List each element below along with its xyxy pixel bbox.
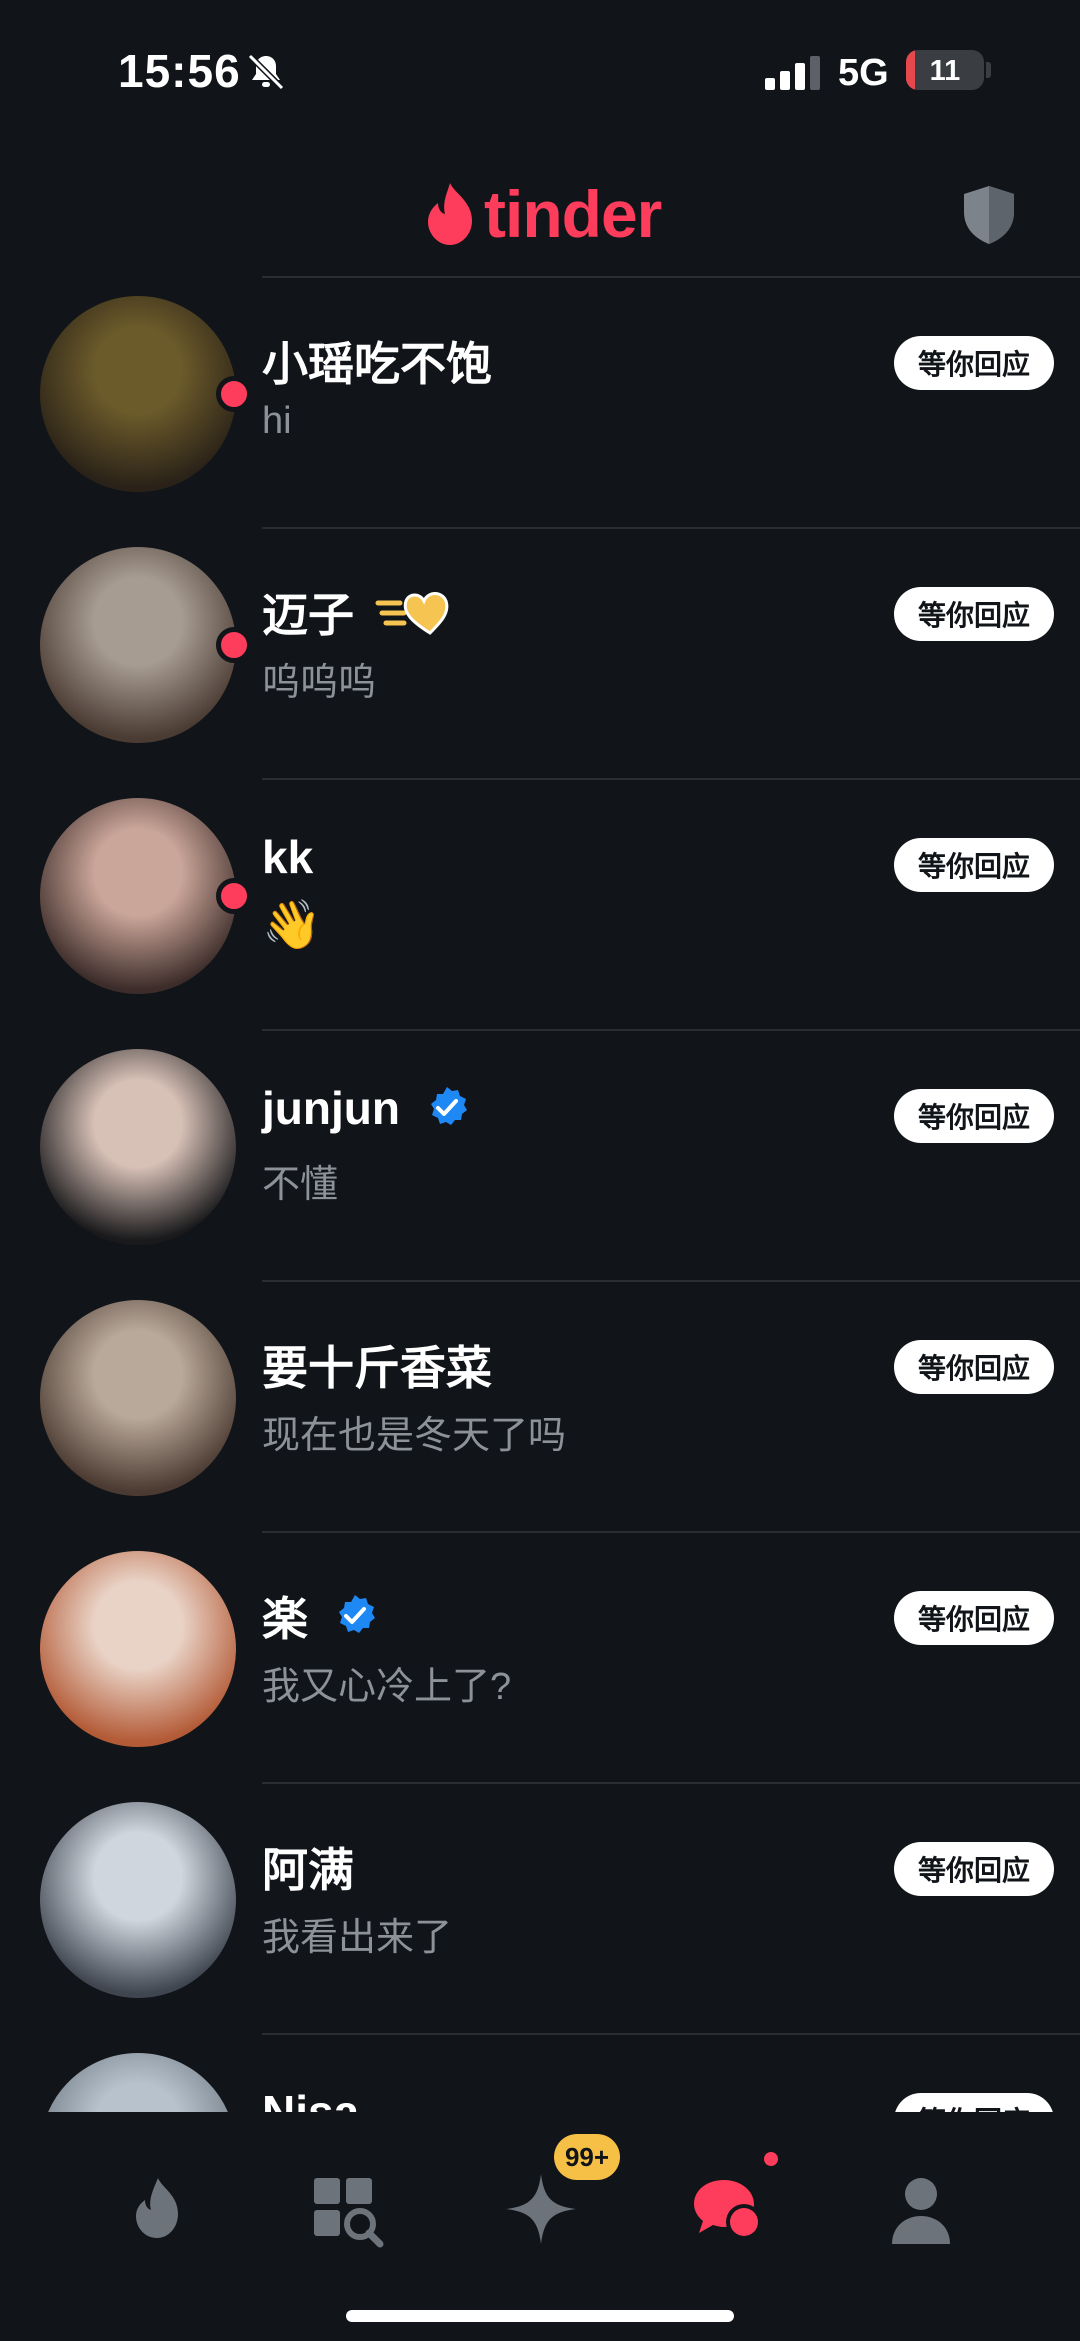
conversation-row[interactable]: junjun 不懂 等你回应: [0, 1029, 1080, 1280]
conversation-row[interactable]: Nisa 等你回应: [0, 2033, 1080, 2112]
chat-icon[interactable]: [684, 2164, 774, 2254]
avatar[interactable]: [40, 296, 236, 492]
unread-dot: [216, 376, 252, 412]
conversation-row[interactable]: 迈子呜呜呜 等你回应: [0, 527, 1080, 778]
conversation-row[interactable]: 楽我又心冷上了? 等你回应: [0, 1531, 1080, 1782]
chat-notification-dot: [764, 2152, 778, 2166]
awaiting-reply-pill[interactable]: 等你回应: [894, 1089, 1054, 1143]
flame-icon: [428, 183, 472, 245]
avatar[interactable]: [40, 2053, 236, 2112]
verified-badge-icon: [339, 1595, 375, 1633]
logo-text: tinder: [484, 177, 662, 251]
network-label: 5G: [838, 52, 889, 94]
last-message: 不懂: [262, 1164, 339, 1206]
row-divider: [262, 276, 1080, 278]
last-message: 呜呜呜: [262, 662, 377, 704]
name-line: junjun: [262, 1081, 470, 1135]
verified-badge-icon: [430, 1087, 467, 1125]
unread-dot: [216, 627, 252, 663]
avatar[interactable]: [40, 1802, 236, 1998]
name-line: 楽: [262, 1583, 378, 1649]
contact-name: 阿满: [262, 1844, 354, 1896]
battery-tip: [986, 62, 991, 78]
awaiting-reply-pill[interactable]: 等你回应: [894, 838, 1054, 892]
conversation-row[interactable]: kk 👋 等你回应: [0, 778, 1080, 1029]
avatar[interactable]: [40, 1049, 236, 1245]
last-message: hi: [262, 400, 292, 442]
explore-icon[interactable]: [302, 2164, 392, 2254]
row-divider: [262, 1029, 1080, 1031]
status-time: 15:56: [118, 45, 241, 97]
avatar[interactable]: [40, 547, 236, 743]
row-divider: [262, 1280, 1080, 1282]
awaiting-reply-pill[interactable]: 等你回应: [894, 1340, 1054, 1394]
row-divider: [262, 778, 1080, 780]
conversation-row[interactable]: 阿满我看出来了 等你回应: [0, 1782, 1080, 2033]
awaiting-reply-pill[interactable]: 等你回应: [894, 1842, 1054, 1896]
awaiting-reply-pill[interactable]: 等你回应: [894, 587, 1054, 641]
unread-dot: [216, 878, 252, 914]
row-divider: [262, 2033, 1080, 2035]
profile-icon[interactable]: [876, 2164, 966, 2254]
name-line: kk: [262, 830, 313, 884]
status-bar: 15:56 5G 11: [0, 0, 1080, 150]
contact-name: junjun: [262, 1082, 400, 1134]
sparkle-badge: 99+: [554, 2134, 620, 2180]
row-divider: [262, 1531, 1080, 1533]
row-divider: [262, 527, 1080, 529]
app-header: tinder: [0, 160, 1080, 270]
conversation-row[interactable]: 要十斤香菜现在也是冬天了吗 等你回应: [0, 1280, 1080, 1531]
bell-off-icon: [247, 53, 285, 91]
last-message: 👋: [262, 899, 322, 952]
contact-name: 楽: [262, 1593, 308, 1645]
row-divider: [262, 1782, 1080, 1784]
shield-icon[interactable]: [962, 184, 1016, 246]
contact-name: 小瑶吃不饱: [262, 338, 492, 390]
contact-name: 迈子: [262, 589, 354, 641]
awaiting-reply-pill[interactable]: 等你回应: [894, 2093, 1054, 2112]
contact-name: Nisa: [262, 2086, 360, 2112]
name-line: 迈子: [262, 579, 454, 645]
contact-name: kk: [262, 831, 314, 883]
home-indicator: [346, 2310, 734, 2322]
awaiting-reply-pill[interactable]: 等你回应: [894, 336, 1054, 390]
last-message: 现在也是冬天了吗: [262, 1415, 567, 1457]
contact-name: 要十斤香菜: [262, 1342, 492, 1394]
avatar[interactable]: [40, 1300, 236, 1496]
avatar[interactable]: [40, 1551, 236, 1747]
name-line: Nisa: [262, 2085, 359, 2112]
name-line: 小瑶吃不饱: [262, 328, 492, 394]
battery-icon: 11: [906, 50, 984, 90]
conversation-row[interactable]: 小瑶吃不饱 hi 等你回应: [0, 276, 1080, 527]
avatar[interactable]: [40, 798, 236, 994]
name-line: 要十斤香菜: [262, 1332, 492, 1398]
awaiting-reply-pill[interactable]: 等你回应: [894, 1591, 1054, 1645]
conversation-list: 小瑶吃不饱 hi 等你回应 迈子 呜呜呜 等你回应 kk 👋 等你回应 junjun 不懂 等你回应要…: [0, 276, 1080, 2112]
last-message: 我又心冷上了?: [262, 1666, 512, 1708]
hearts-icon: [375, 592, 449, 635]
signal-icon: [765, 56, 820, 90]
tinder-logo: tinder: [424, 174, 662, 254]
name-line: 阿满: [262, 1834, 354, 1900]
battery-level: 11: [929, 55, 961, 87]
flame-icon[interactable]: [112, 2164, 202, 2254]
bottom-nav: 99+: [0, 2112, 1080, 2341]
last-message: 我看出来了: [262, 1917, 453, 1959]
